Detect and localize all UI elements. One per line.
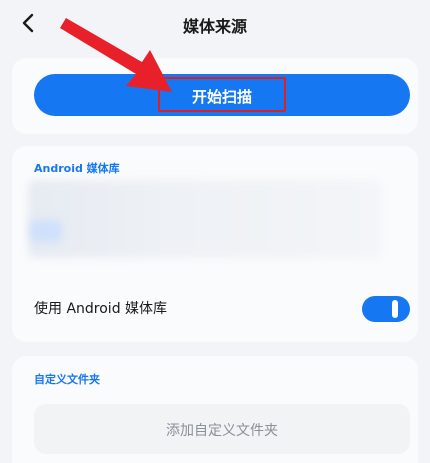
blurred-library-icon: [30, 220, 62, 242]
pointer-arrow-icon: [60, 18, 172, 92]
add-custom-folder-label: 添加自定义文件夹: [166, 423, 278, 439]
start-scan-label: 开始扫描: [191, 88, 252, 106]
custom-folders-section-label: 自定义文件夹: [34, 373, 100, 386]
use-android-library-label: 使用 Android 媒体库: [34, 301, 168, 317]
blurred-library-info: [28, 180, 382, 258]
toggle-knob: [392, 300, 398, 318]
android-library-section-label: Android 媒体库: [34, 162, 120, 175]
use-android-library-toggle[interactable]: [362, 296, 410, 322]
